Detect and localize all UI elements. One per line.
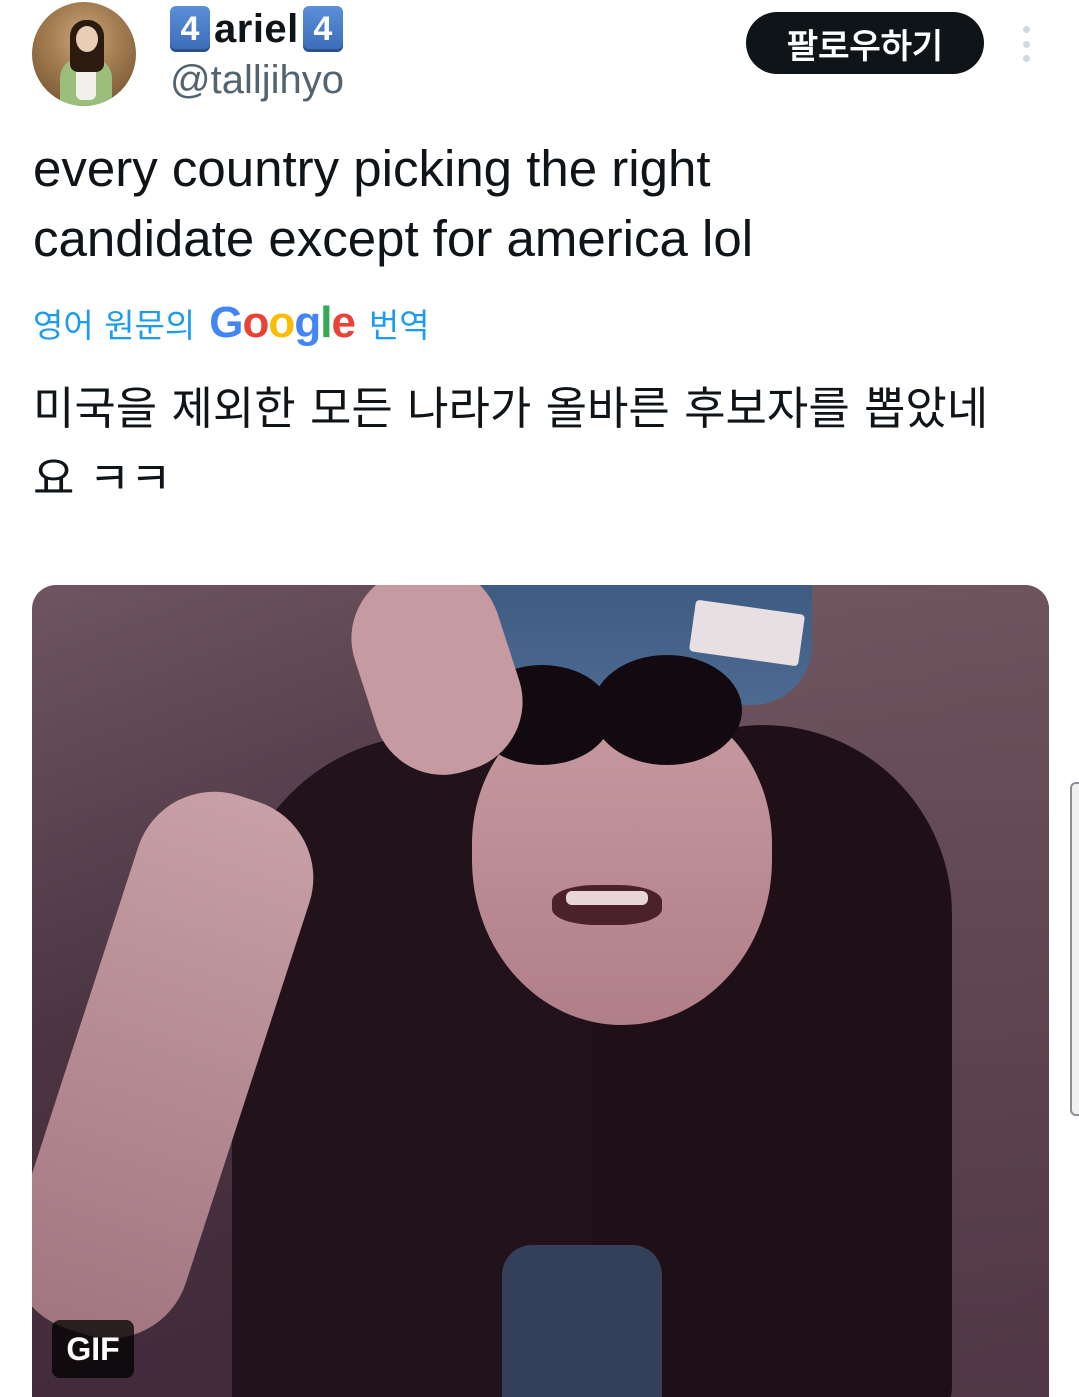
avatar-face [76, 26, 98, 52]
more-dot [1022, 26, 1030, 33]
follow-button[interactable]: 팔로우하기 [746, 12, 984, 74]
translation-attribution[interactable]: 영어 원문의 Google 번역 [33, 296, 430, 350]
user-handle[interactable]: @talljihyo [170, 58, 344, 103]
media-sunglasses-right [592, 655, 742, 765]
display-name[interactable]: ariel [214, 7, 299, 52]
keycap-4-emoji-right: 4 [302, 6, 343, 52]
gif-badge: GIF [52, 1320, 134, 1378]
more-vertical-icon[interactable] [1016, 26, 1036, 62]
tweet-text: every country picking the right candidat… [33, 140, 754, 267]
more-dot [1022, 55, 1030, 62]
google-logo: Google [209, 298, 356, 347]
more-dot [1022, 40, 1030, 48]
avatar[interactable] [32, 2, 136, 106]
scrollbar-handle[interactable] [1070, 782, 1079, 1116]
keycap-4-emoji-left: 4 [170, 6, 210, 52]
translation-prefix: 영어 원문의 [33, 306, 196, 345]
media-shirt [502, 1245, 662, 1397]
media-teeth [566, 891, 648, 905]
translation-suffix: 번역 [368, 306, 430, 345]
translated-text: 미국을 제외한 모든 나라가 올바른 후보자를 뽑았네요 ㅋㅋ [33, 382, 989, 505]
display-name-row[interactable]: 4 ariel 4 [170, 4, 343, 54]
gif-media[interactable] [32, 585, 1049, 1397]
